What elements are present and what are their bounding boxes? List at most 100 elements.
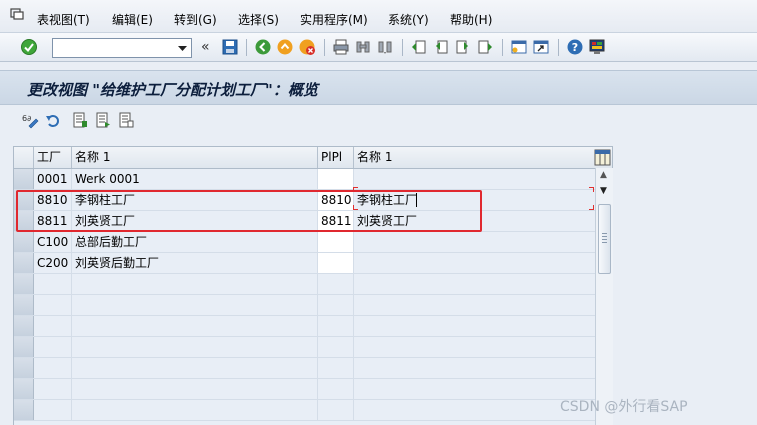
column-header-planning-plant-name[interactable]: 名称 1 — [354, 147, 594, 168]
previous-page-icon[interactable] — [432, 38, 450, 56]
focus-corner-mark — [353, 187, 358, 192]
save-icon[interactable] — [221, 38, 239, 56]
menu-bar: 表视图(T) 编辑(E) 转到(G) 选择(S) 实用程序(M) 系统(Y) 帮… — [0, 0, 757, 33]
row-selector[interactable] — [14, 379, 34, 399]
first-page-icon[interactable] — [410, 38, 428, 56]
select-all-icon[interactable] — [71, 111, 89, 129]
table-row[interactable]: C200 刘英贤后勤工厂 — [14, 253, 596, 274]
watermark: CSDN @外行看SAP — [560, 399, 688, 415]
help-icon[interactable]: ? — [566, 38, 584, 56]
command-field[interactable] — [52, 38, 192, 58]
input-planning-plant[interactable] — [318, 253, 354, 273]
table-settings-icon[interactable] — [594, 149, 611, 166]
cell-planning-plant — [318, 379, 354, 399]
create-session-icon[interactable] — [510, 38, 528, 56]
row-selector[interactable] — [14, 274, 34, 294]
cell-plant — [34, 337, 72, 357]
generate-shortcut-icon[interactable] — [532, 38, 550, 56]
input-planning-plant[interactable]: 8810 — [318, 190, 354, 210]
table-row[interactable]: 8810 李钢柱工厂 8810 李钢柱工厂 — [14, 190, 596, 211]
row-selector[interactable] — [14, 316, 34, 336]
table-row[interactable]: 8811 刘英贤工厂 8811 刘英贤工厂 — [14, 211, 596, 232]
empty-table-row[interactable] — [14, 337, 596, 358]
select-all-rows-button[interactable] — [14, 147, 34, 168]
row-selector[interactable] — [14, 169, 34, 189]
empty-table-row[interactable] — [14, 358, 596, 379]
empty-table-row[interactable] — [14, 316, 596, 337]
row-selector[interactable] — [14, 232, 34, 252]
back-chevron-icon[interactable]: « — [201, 40, 210, 54]
print-icon[interactable] — [332, 38, 350, 56]
toolbar-separator — [324, 39, 325, 56]
svg-text:?: ? — [572, 41, 578, 54]
row-selector[interactable] — [14, 295, 34, 315]
scroll-up-icon[interactable]: ▲ — [600, 170, 607, 180]
display-change-icon[interactable]: 6∂ — [21, 111, 39, 129]
column-header-plant[interactable]: 工厂 — [34, 147, 72, 168]
undo-icon[interactable] — [44, 111, 62, 129]
table-row[interactable]: 0001 Werk 0001 — [14, 169, 596, 190]
menu-goto[interactable]: 转到(G) — [174, 12, 217, 28]
menu-system[interactable]: 系统(Y) — [388, 12, 429, 28]
row-selector[interactable] — [14, 253, 34, 273]
page-title: 更改视图 "给维护工厂分配计划工厂"：概览 — [27, 81, 318, 99]
cell-plant — [34, 274, 72, 294]
toolbar-separator — [502, 39, 503, 56]
select-block-icon[interactable] — [94, 111, 112, 129]
empty-table-row[interactable] — [14, 274, 596, 295]
last-page-icon[interactable] — [476, 38, 494, 56]
focus-corner-mark — [589, 205, 594, 210]
system-menu-icon[interactable] — [10, 8, 24, 20]
focus-corner-mark — [353, 205, 358, 210]
empty-table-row[interactable] — [14, 379, 596, 400]
row-selector[interactable] — [14, 190, 34, 210]
menu-select[interactable]: 选择(S) — [238, 12, 279, 28]
cell-plant-name — [72, 358, 318, 378]
empty-table-row[interactable] — [14, 400, 596, 421]
enter-check-icon[interactable] — [20, 38, 38, 56]
menu-edit[interactable]: 编辑(E) — [112, 12, 153, 28]
cell-plant-name: 刘英贤工厂 — [72, 211, 318, 231]
cell-planning-plant — [318, 337, 354, 357]
input-planning-plant[interactable] — [318, 232, 354, 252]
cell-plant: C200 — [34, 253, 72, 273]
row-selector[interactable] — [14, 358, 34, 378]
find-icon[interactable] — [354, 38, 372, 56]
empty-table-row[interactable] — [14, 295, 596, 316]
customize-layout-icon[interactable] — [588, 38, 606, 56]
table-row[interactable]: C100 总部后勤工厂 — [14, 232, 596, 253]
menu-table-view[interactable]: 表视图(T) — [37, 12, 90, 28]
command-dropdown-icon[interactable] — [174, 39, 191, 57]
deselect-all-icon[interactable] — [117, 111, 135, 129]
toolbar-separator — [246, 39, 247, 56]
svg-text:6∂: 6∂ — [22, 114, 31, 123]
thumb-grip — [602, 242, 607, 243]
scroll-thumb[interactable] — [598, 204, 611, 274]
cell-plant-name — [72, 274, 318, 294]
cell-planning-plant — [318, 316, 354, 336]
column-header-plant-name[interactable]: 名称 1 — [72, 147, 318, 168]
menu-help[interactable]: 帮助(H) — [450, 12, 492, 28]
find-next-icon[interactable] — [376, 38, 394, 56]
row-selector[interactable] — [14, 211, 34, 231]
row-selector[interactable] — [14, 400, 34, 420]
cell-plant-name — [72, 316, 318, 336]
cancel-icon[interactable] — [298, 38, 316, 56]
table-vertical-scrollbar[interactable]: ▲ ▼ — [595, 168, 613, 425]
cell-planning-plant — [318, 358, 354, 378]
back-icon[interactable] — [254, 38, 272, 56]
cell-planning-plant-name: 李钢柱工厂 — [354, 190, 596, 210]
scroll-down-icon[interactable]: ▼ — [600, 186, 607, 196]
command-input[interactable] — [53, 39, 175, 57]
cell-plant: 8810 — [34, 190, 72, 210]
cell-planning-plant-name — [354, 232, 596, 252]
input-planning-plant[interactable] — [318, 169, 354, 189]
row-selector[interactable] — [14, 337, 34, 357]
next-page-icon[interactable] — [454, 38, 472, 56]
cell-plant-name — [72, 379, 318, 399]
column-header-planning-plant[interactable]: PlPl — [318, 147, 354, 168]
menu-utilities[interactable]: 实用程序(M) — [300, 12, 368, 28]
input-planning-plant[interactable]: 8811 — [318, 211, 354, 231]
thumb-grip — [602, 233, 607, 234]
exit-icon[interactable] — [276, 38, 294, 56]
